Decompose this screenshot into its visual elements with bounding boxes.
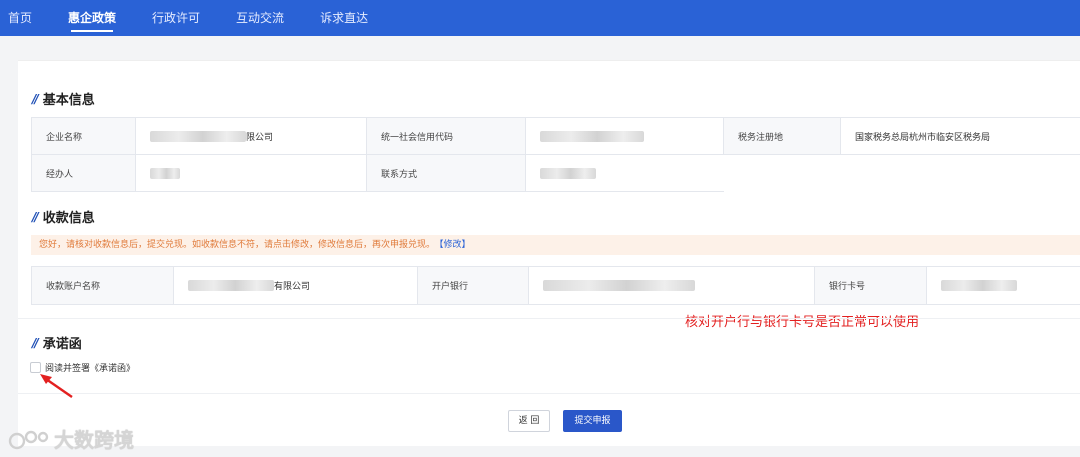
redacted-handler — [150, 167, 180, 179]
tax-registration-label: 税务注册地 — [724, 118, 841, 155]
watermark-logo: 大数跨境 — [8, 424, 134, 453]
nav-item-permits[interactable]: 行政许可 — [141, 0, 211, 36]
main-card: // 基本信息 企业名称 限公司 统一社会信用代码 税务注册地 国家税务总局杭州… — [18, 60, 1080, 446]
section-slash-icon: // — [32, 91, 39, 106]
handler-value — [136, 155, 367, 192]
watermark-mark-icon — [8, 430, 49, 449]
bank-value — [529, 267, 815, 305]
redacted-account-name — [188, 280, 274, 291]
section-divider — [18, 318, 1080, 319]
bank-label: 开户银行 — [418, 267, 529, 305]
footer-divider — [18, 393, 1080, 394]
table-row: 企业名称 限公司 统一社会信用代码 税务注册地 国家税务总局杭州市临安区税务局 — [32, 118, 1080, 155]
payment-info-heading: 收款信息 — [42, 211, 95, 226]
account-name-value: 有限公司 — [174, 267, 418, 305]
back-button[interactable]: 返 回 — [508, 410, 550, 432]
redacted-credit-code — [540, 130, 644, 142]
redacted-contact — [540, 167, 596, 179]
notice-text: 您好，请核对收款信息后，提交兑现。如收款信息不符，请点击修改，修改信息后，再次申… — [39, 240, 436, 250]
redacted-bank — [543, 280, 695, 291]
tax-registration-value: 国家税务总局杭州市临安区税务局 — [841, 118, 1080, 155]
nav-item-policies[interactable]: 惠企政策 — [57, 0, 127, 36]
submit-button[interactable]: 提交申报 — [563, 410, 622, 432]
section-slash-icon: // — [32, 209, 39, 224]
company-name-value: 限公司 — [136, 118, 367, 155]
redacted-card-number — [941, 280, 1017, 291]
account-name-suffix: 有限公司 — [274, 282, 311, 292]
account-name-label: 收款账户名称 — [32, 267, 174, 305]
payment-info-table: 收款账户名称 有限公司 开户银行 银行卡号 — [31, 266, 1080, 305]
modify-link[interactable]: 【修改】 — [439, 240, 471, 250]
credit-code-label: 统一社会信用代码 — [367, 118, 526, 155]
watermark-text: 大数跨境 — [54, 428, 134, 452]
redacted-company-name — [150, 130, 246, 142]
contact-label: 联系方式 — [367, 155, 526, 192]
basic-info-heading: 基本信息 — [42, 93, 95, 108]
red-arrow-icon — [40, 374, 73, 398]
basic-info-table: 企业名称 限公司 统一社会信用代码 税务注册地 国家税务总局杭州市临安区税务局 … — [31, 117, 1080, 192]
nav-item-interaction[interactable]: 互动交流 — [225, 0, 295, 36]
top-nav: 首页 惠企政策 行政许可 互动交流 诉求直达 — [0, 0, 1080, 36]
company-name-label: 企业名称 — [32, 118, 136, 155]
card-number-value — [927, 267, 1080, 305]
company-name-suffix: 限公司 — [246, 132, 274, 143]
table-row: 经办人 联系方式 — [32, 155, 1080, 192]
payment-info-title: // 收款信息 — [32, 207, 95, 227]
section-slash-icon: // — [32, 335, 39, 350]
handler-label: 经办人 — [32, 155, 136, 192]
commitment-heading: 承诺函 — [42, 337, 82, 352]
nav-item-appeals[interactable]: 诉求直达 — [309, 0, 379, 36]
credit-code-value — [526, 118, 724, 155]
card-number-label: 银行卡号 — [815, 267, 927, 305]
red-annotation: 核对开户行与银行卡号是否正常可以使用 — [685, 315, 920, 330]
commitment-title: // 承诺函 — [32, 333, 82, 353]
payment-notice: 您好，请核对收款信息后，提交兑现。如收款信息不符，请点击修改，修改信息后，再次申… — [31, 235, 1080, 255]
contact-value — [526, 155, 724, 192]
nav-item-home[interactable]: 首页 — [0, 0, 43, 36]
table-row: 收款账户名称 有限公司 开户银行 银行卡号 — [32, 267, 1080, 305]
basic-info-title: // 基本信息 — [32, 89, 95, 109]
